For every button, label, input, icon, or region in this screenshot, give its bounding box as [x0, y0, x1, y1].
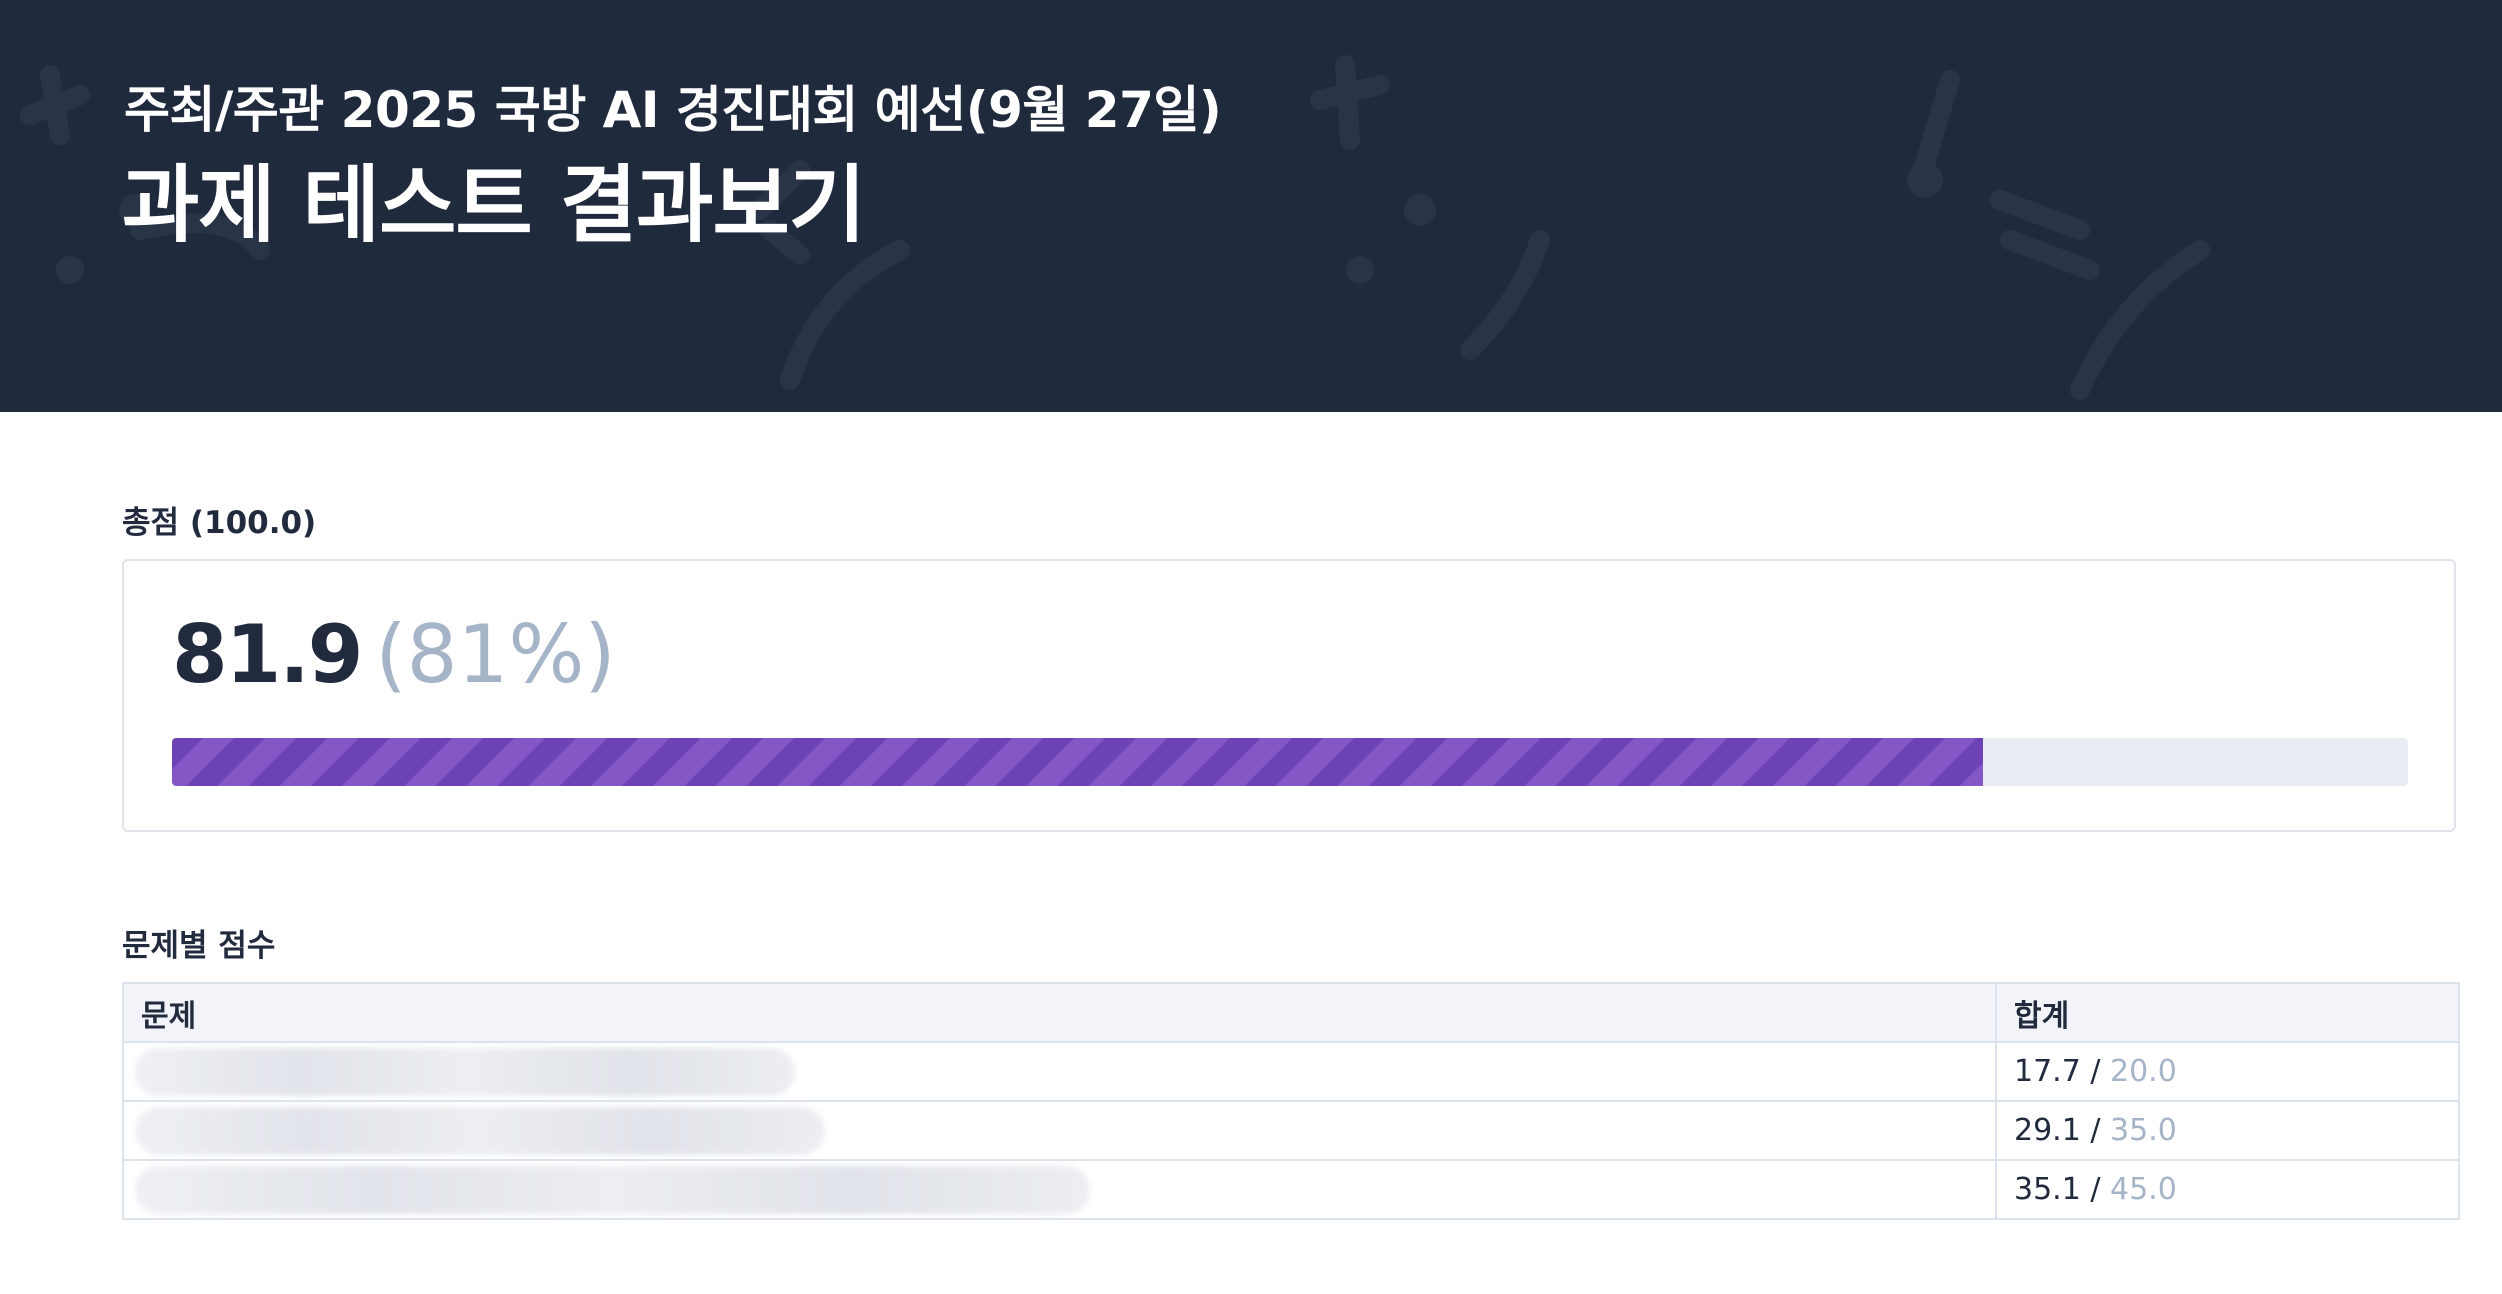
problem-name-redacted: [135, 1047, 795, 1096]
event-subtitle: 주최/주관 2025 국방 AI 경진대회 예선(9월 27일): [124, 81, 1222, 139]
problem-name-cell[interactable]: [122, 1041, 1997, 1102]
total-score-card: 81.9 (81%): [122, 559, 2456, 832]
page-title: 과제 테스트 결과보기: [122, 156, 866, 254]
page-header: 주최/주관 2025 국방 AI 경진대회 예선(9월 27일) 과제 테스트 …: [0, 0, 2502, 412]
problem-name-redacted: [135, 1165, 1090, 1214]
column-header-problem: 문제: [122, 982, 1997, 1043]
problem-score: 17.7: [2014, 1054, 2081, 1089]
problem-score-cell: 35.1 / 45.0: [1995, 1159, 2460, 1220]
total-score-value: 81.9: [172, 608, 363, 701]
table-row: 17.7 / 20.0: [122, 1041, 2460, 1102]
table-header-row: 문제 합계: [122, 982, 2460, 1043]
problem-scores-label: 문제별 점수: [122, 928, 276, 964]
column-header-total: 합계: [1995, 982, 2460, 1043]
table-row: 35.1 / 45.0: [122, 1159, 2460, 1220]
problem-max-score: 45.0: [2110, 1172, 2177, 1207]
score-separator: /: [2090, 1113, 2101, 1148]
score-progress-fill: [172, 738, 1984, 786]
problem-name-cell[interactable]: [122, 1159, 1997, 1220]
problem-score-cell: 29.1 / 35.0: [1995, 1100, 2460, 1161]
total-score-percent: (81%): [375, 608, 616, 701]
problem-score: 29.1: [2014, 1113, 2081, 1148]
problem-scores-table: 문제 합계 17.7 / 20.0 29.1 / 35.0 35.1 / 45.…: [122, 982, 2460, 1220]
problem-score: 35.1: [2014, 1172, 2081, 1207]
total-score-label: 총점 (100.0): [122, 505, 317, 541]
table-row: 29.1 / 35.0: [122, 1100, 2460, 1161]
total-score-line: 81.9 (81%): [172, 615, 616, 695]
score-separator: /: [2090, 1172, 2101, 1207]
problem-max-score: 20.0: [2110, 1054, 2177, 1089]
problem-max-score: 35.0: [2110, 1113, 2177, 1148]
problem-name-redacted: [135, 1106, 825, 1155]
problem-name-cell[interactable]: [122, 1100, 1997, 1161]
score-separator: /: [2090, 1054, 2101, 1089]
score-progress-bar: [172, 738, 2408, 786]
problem-score-cell: 17.7 / 20.0: [1995, 1041, 2460, 1102]
